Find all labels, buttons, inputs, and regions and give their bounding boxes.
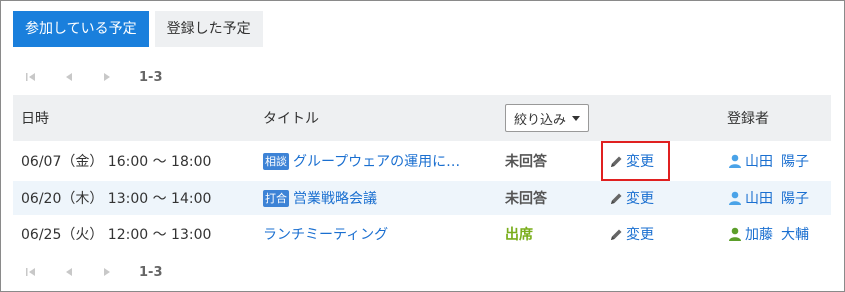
first-page-icon[interactable] (25, 71, 37, 83)
schedule-tabs: 参加している予定 登録した予定 (13, 11, 263, 47)
row-date: 06/20（木） 13:00 ～ 14:00 (21, 191, 212, 207)
filter-label: 絞り込み (514, 112, 567, 128)
tab-registered[interactable]: 登録した予定 (154, 11, 263, 47)
edit-label: 変更 (626, 154, 654, 170)
edit-label: 変更 (626, 227, 654, 243)
edit-link[interactable]: 変更 (610, 224, 654, 244)
edit-link[interactable]: 変更 (610, 188, 654, 208)
pencil-icon (611, 193, 622, 204)
registrant-link[interactable]: 加藤 大輔 (727, 224, 809, 244)
pencil-icon (611, 229, 622, 240)
category-badge: 打合 (263, 189, 289, 207)
header-date: 日時 (21, 111, 49, 127)
first-page-icon[interactable] (25, 266, 37, 278)
pager-top: 1-3 (25, 68, 163, 86)
row-date: 06/07（金） 16:00 ～ 18:00 (21, 154, 212, 170)
user-icon (729, 227, 741, 241)
event-title-link[interactable]: ランチミーティング (263, 224, 388, 244)
page-range: 1-3 (139, 264, 163, 280)
response-status: 未回答 (505, 191, 547, 207)
pager-bottom: 1-3 (25, 263, 163, 281)
response-status: 未回答 (505, 154, 547, 170)
user-icon (729, 154, 741, 168)
prev-page-icon[interactable] (63, 71, 75, 83)
event-title-link[interactable]: グループウェアの運用に… (293, 151, 460, 171)
registrant-link[interactable]: 山田 陽子 (727, 151, 809, 171)
prev-page-icon[interactable] (63, 266, 75, 278)
user-icon (729, 191, 741, 205)
table-row: 06/07（金） 16:00 ～ 18:00 相談 グループウェアの運用に… 未… (13, 141, 831, 181)
category-badge: 相談 (263, 152, 289, 170)
registrant-family-name: 加藤 (745, 227, 773, 243)
header-registrant: 登録者 (727, 111, 769, 127)
table-row: 06/20（木） 13:00 ～ 14:00 打合 営業戦略会議 未回答 変更 … (13, 181, 831, 215)
schedule-table: 日時 タイトル 絞り込み 登録者 06/07（金） 16:00 ～ 18:00 … (13, 95, 831, 253)
edit-link[interactable]: 変更 (610, 151, 654, 171)
registrant-link[interactable]: 山田 陽子 (727, 188, 809, 208)
header-title: タイトル (263, 111, 319, 127)
registrant-given-name: 陽子 (781, 191, 809, 207)
pencil-icon (611, 156, 622, 167)
chevron-down-icon (572, 115, 581, 121)
response-status: 出席 (505, 227, 533, 243)
registrant-family-name: 山田 (745, 191, 773, 207)
row-date: 06/25（火） 12:00 ～ 13:00 (21, 227, 212, 243)
registrant-given-name: 大輔 (781, 227, 809, 243)
next-page-icon[interactable] (101, 71, 113, 83)
edit-label: 変更 (626, 191, 654, 207)
event-title-link[interactable]: 営業戦略会議 (293, 188, 377, 208)
registrant-family-name: 山田 (745, 154, 773, 170)
filter-dropdown[interactable]: 絞り込み (505, 104, 590, 132)
page-range: 1-3 (139, 69, 163, 85)
next-page-icon[interactable] (101, 266, 113, 278)
table-header: 日時 タイトル 絞り込み 登録者 (13, 95, 831, 141)
registrant-given-name: 陽子 (781, 154, 809, 170)
tab-participating[interactable]: 参加している予定 (13, 11, 149, 47)
table-row: 06/25（火） 12:00 ～ 13:00 ランチミーティング 出席 変更 加… (13, 215, 831, 253)
